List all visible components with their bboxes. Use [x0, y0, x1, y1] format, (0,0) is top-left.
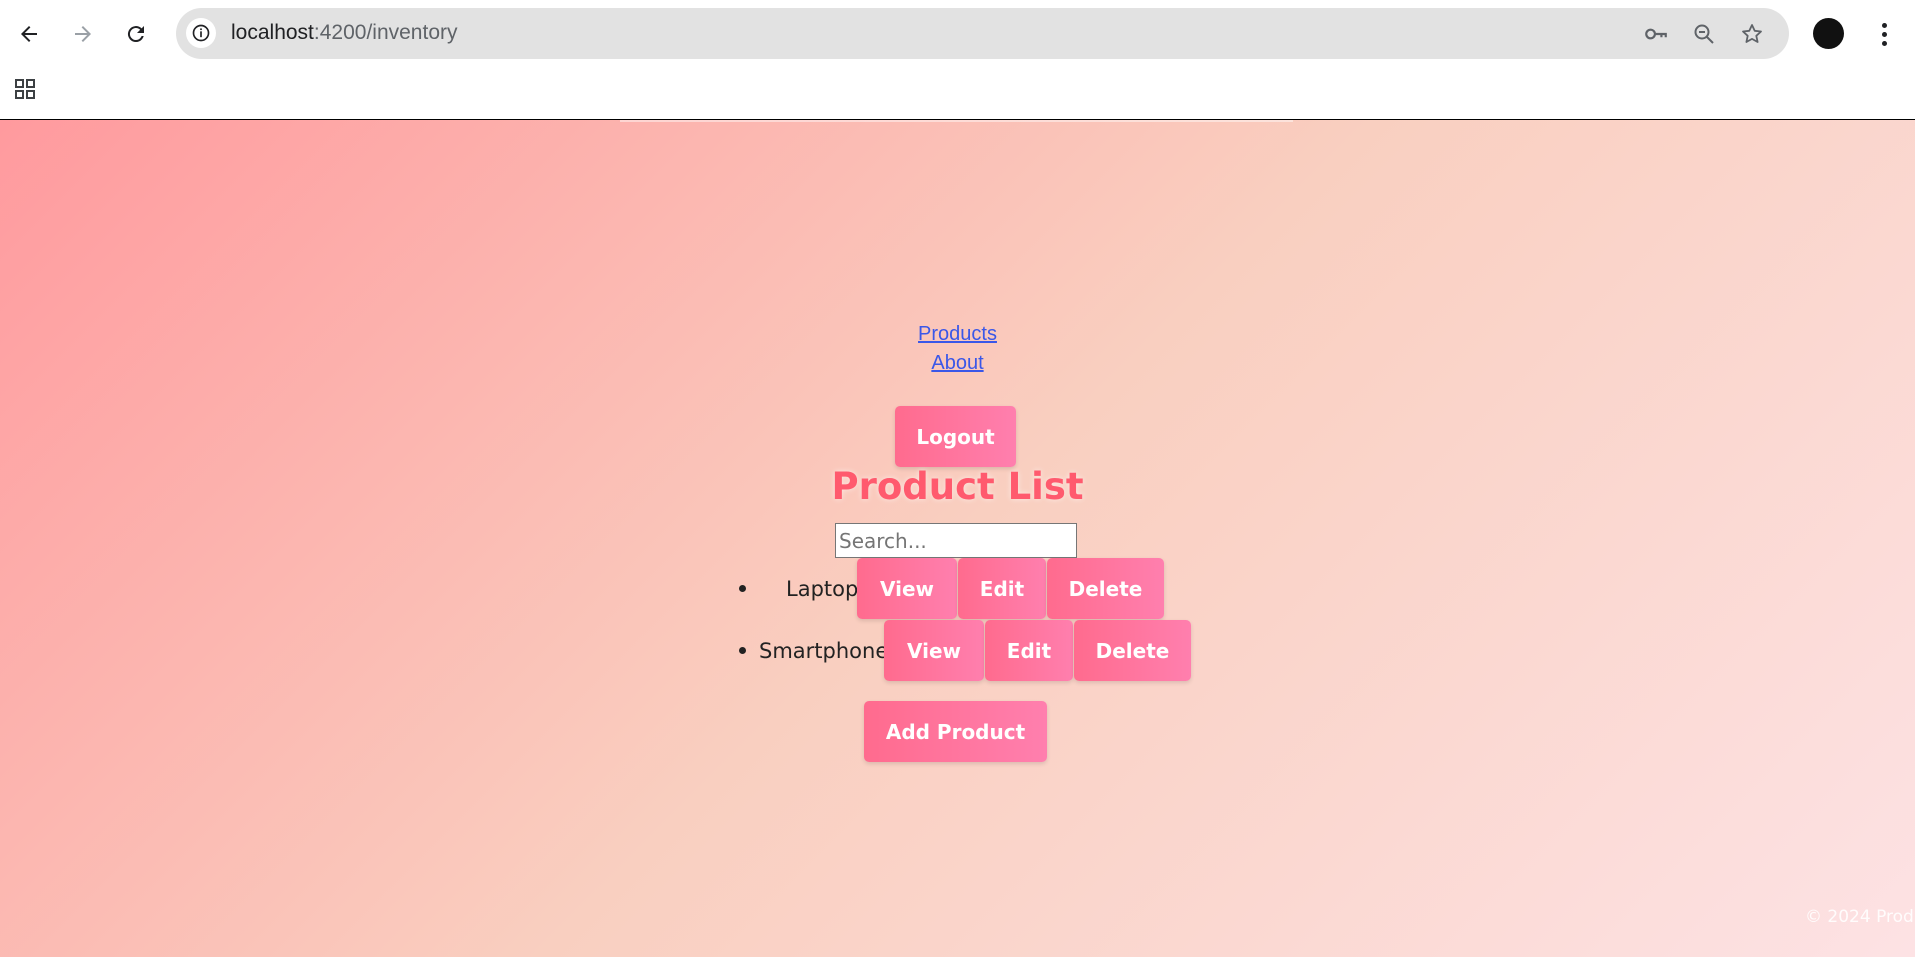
logout-button[interactable]: Logout — [895, 406, 1016, 467]
star-icon[interactable] — [1738, 20, 1766, 48]
key-icon[interactable] — [1642, 20, 1670, 48]
profile-avatar[interactable] — [1813, 18, 1844, 49]
forward-button[interactable] — [65, 16, 101, 52]
delete-button[interactable]: Delete — [1047, 558, 1164, 619]
view-button[interactable]: View — [857, 558, 957, 619]
reload-icon — [127, 26, 144, 43]
nav-link-products[interactable]: Products — [0, 320, 1915, 349]
url-host: localhost — [231, 21, 314, 44]
search-input[interactable] — [835, 523, 1077, 558]
bullet-icon — [739, 585, 746, 592]
more-menu-icon[interactable] — [1870, 18, 1898, 50]
page-viewport: Products About Logout Product List Lapto… — [0, 120, 1915, 957]
apps-grid-icon[interactable] — [13, 77, 37, 101]
browser-chrome: localhost:4200/inventory — [0, 0, 1915, 120]
url-text[interactable]: localhost:4200/inventory — [231, 21, 458, 45]
reload-button[interactable] — [118, 16, 154, 52]
view-button[interactable]: View — [884, 620, 984, 681]
footer-copyright: © 2024 Produ — [1805, 907, 1915, 927]
top-divider — [620, 120, 1293, 122]
edit-button[interactable]: Edit — [958, 558, 1046, 619]
main-nav: Products About — [0, 320, 1915, 378]
edit-button[interactable]: Edit — [985, 620, 1073, 681]
zoom-out-icon[interactable] — [1690, 20, 1718, 48]
nav-link-about[interactable]: About — [0, 349, 1915, 378]
bullet-icon — [739, 647, 746, 654]
arrow-left-icon — [21, 26, 37, 42]
product-name: Smartphone — [759, 638, 889, 663]
add-product-button[interactable]: Add Product — [864, 701, 1047, 762]
page-title: Product List — [831, 465, 1084, 508]
url-path: :4200/inventory — [313, 21, 458, 44]
product-name: Laptop — [786, 576, 859, 601]
site-info-icon[interactable] — [186, 18, 216, 48]
delete-button[interactable]: Delete — [1074, 620, 1191, 681]
back-button[interactable] — [11, 16, 47, 52]
arrow-right-icon — [75, 26, 91, 42]
address-bar[interactable]: localhost:4200/inventory — [176, 8, 1789, 59]
